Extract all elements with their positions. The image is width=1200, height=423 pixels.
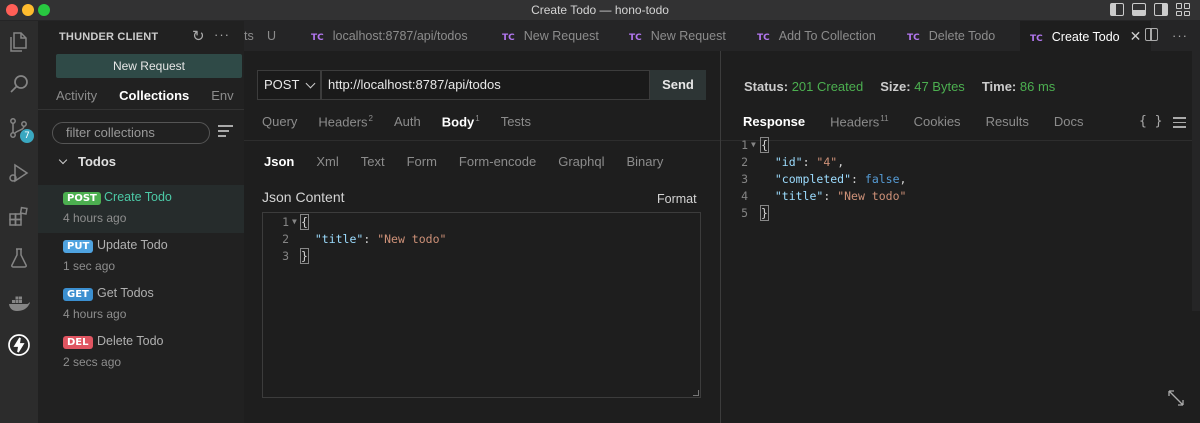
request-time: 4 hours ago — [63, 307, 127, 321]
tc-icon: TC — [907, 33, 920, 43]
braces-icon[interactable]: { } — [1139, 114, 1162, 129]
tc-icon: TC — [1030, 34, 1043, 44]
activity-bar: 7 — [0, 21, 38, 423]
title-bar: Create Todo — hono-todo — [0, 0, 1200, 21]
tab-add-to-collection[interactable]: TC Add To Collection — [757, 21, 876, 51]
chevron-down-icon — [58, 155, 68, 165]
tc-icon: TC — [757, 33, 770, 43]
tc-icon: TC — [629, 33, 642, 43]
refresh-icon[interactable]: ↻ — [192, 27, 205, 45]
time-info: Time: 86 ms — [981, 79, 1056, 94]
request-tab-query[interactable]: Query — [262, 114, 297, 129]
request-item-update-todo[interactable]: PUT Update Todo 1 sec ago — [38, 233, 244, 281]
send-button[interactable]: Send — [650, 70, 706, 100]
response-tab-response[interactable]: Response — [743, 114, 805, 129]
method-select[interactable]: POST — [257, 70, 321, 100]
files-icon[interactable] — [7, 30, 31, 54]
search-icon[interactable] — [7, 72, 31, 96]
testing-icon[interactable] — [7, 246, 31, 270]
tab-delete-todo[interactable]: TC Delete Todo — [907, 21, 995, 51]
sidebar-tab-env[interactable]: Env — [211, 88, 233, 103]
size-info: Size: 47 Bytes — [880, 79, 965, 94]
method-badge: GET — [63, 288, 93, 301]
tab-localhost-todos[interactable]: TC localhost:8787/api/todos — [311, 21, 468, 51]
editor-tab-strip: ts U TC localhost:8787/api/todos TC New Re… — [244, 21, 1200, 51]
sidebar-title: THUNDER CLIENT — [59, 31, 159, 43]
request-name: Create Todo — [104, 190, 172, 204]
filter-collections-input[interactable]: filter collections — [52, 122, 210, 144]
folder-label: Todos — [78, 154, 117, 169]
thunder-client-icon[interactable] — [7, 333, 31, 357]
resize-handle[interactable] — [693, 390, 699, 396]
collection-folder-todos[interactable]: Todos — [58, 154, 117, 169]
request-tab-body[interactable]: Body1 — [442, 114, 480, 129]
fold-icon[interactable]: ▼ — [751, 140, 756, 149]
fold-icon[interactable]: ▼ — [292, 217, 297, 226]
response-menu-icon[interactable] — [1173, 117, 1186, 131]
request-name: Get Todos — [97, 286, 154, 300]
toggle-panel-icon[interactable] — [1132, 3, 1146, 16]
body-tab-form-encode[interactable]: Form-encode — [459, 154, 536, 169]
filter-menu-icon[interactable] — [218, 125, 233, 140]
request-panel: POST http://localhost:8787/api/todos Sen… — [244, 51, 720, 423]
sidebar-tab-activity[interactable]: Activity — [56, 88, 97, 103]
response-tab-results[interactable]: Results — [986, 114, 1029, 129]
body-tab-xml[interactable]: Xml — [316, 154, 338, 169]
docker-icon[interactable] — [7, 290, 31, 314]
more-actions-icon[interactable]: ··· — [1172, 28, 1188, 43]
source-control-badge: 7 — [20, 129, 34, 143]
json-content-label: Json Content — [262, 189, 345, 205]
url-input[interactable]: http://localhost:8787/api/todos — [321, 70, 650, 100]
toggle-secondary-sidebar-icon[interactable] — [1154, 3, 1168, 16]
json-body-editor[interactable]: 1 ▼ { 2 "title": "New todo" 3 } — [262, 212, 701, 398]
more-actions-icon[interactable]: ··· — [214, 27, 230, 42]
window-title: Create Todo — hono-todo — [531, 3, 669, 17]
tab-create-todo[interactable]: TC Create Todo ✕ — [1020, 21, 1152, 51]
response-tab-docs[interactable]: Docs — [1054, 114, 1084, 129]
tab-new-request-1[interactable]: TC New Request — [502, 21, 599, 51]
tab-new-request-2[interactable]: TC New Request — [629, 21, 726, 51]
request-item-get-todos[interactable]: GET Get Todos 4 hours ago — [38, 281, 244, 329]
request-name: Delete Todo — [97, 334, 164, 348]
request-item-delete-todo[interactable]: DEL Delete Todo 2 secs ago — [38, 329, 244, 377]
body-tab-text[interactable]: Text — [361, 154, 385, 169]
response-tab-cookies[interactable]: Cookies — [914, 114, 961, 129]
request-time: 4 hours ago — [63, 211, 127, 225]
close-tab-icon[interactable]: ✕ — [1130, 28, 1142, 44]
tab-partial[interactable]: ts — [244, 21, 254, 51]
expand-icon[interactable] — [1167, 389, 1185, 407]
request-tab-auth[interactable]: Auth — [394, 114, 421, 129]
response-tab-headers[interactable]: Headers11 — [830, 114, 888, 129]
request-name: Update Todo — [97, 238, 168, 252]
extensions-icon[interactable] — [7, 204, 31, 228]
tc-icon: TC — [502, 33, 515, 43]
request-tab-headers[interactable]: Headers2 — [318, 114, 373, 129]
method-badge: DEL — [63, 336, 93, 349]
response-panel: Status: 201 Created Size: 47 Bytes Time:… — [721, 51, 1200, 423]
source-control-icon[interactable]: 7 — [7, 116, 34, 143]
request-time: 1 sec ago — [63, 259, 116, 273]
thunder-client-sidebar: THUNDER CLIENT ↻ ··· New Request Activit… — [38, 21, 244, 423]
request-time: 2 secs ago — [63, 355, 122, 369]
body-tab-form[interactable]: Form — [407, 154, 437, 169]
body-tab-binary[interactable]: Binary — [626, 154, 663, 169]
request-tab-tests[interactable]: Tests — [501, 114, 531, 129]
body-tab-json[interactable]: Json — [264, 154, 294, 169]
method-badge: POST — [63, 192, 101, 205]
new-request-button[interactable]: New Request — [56, 54, 242, 78]
format-button[interactable]: Format — [657, 192, 697, 206]
toggle-primary-sidebar-icon[interactable] — [1110, 3, 1124, 16]
tab-modified-indicator[interactable]: U — [267, 21, 276, 51]
method-badge: PUT — [63, 240, 94, 253]
request-item-create-todo[interactable]: POST Create Todo 4 hours ago — [38, 185, 244, 233]
customize-layout-icon[interactable] — [1176, 3, 1190, 16]
scrollbar[interactable] — [1192, 51, 1200, 311]
chevron-down-icon — [305, 78, 316, 89]
sidebar-tab-collections[interactable]: Collections — [119, 88, 189, 103]
split-editor-icon[interactable] — [1145, 28, 1158, 41]
body-tab-graphql[interactable]: Graphql — [558, 154, 604, 169]
tc-icon: TC — [311, 33, 324, 43]
status-info: Status: 201 Created — [744, 79, 864, 94]
run-debug-icon[interactable] — [7, 161, 31, 185]
